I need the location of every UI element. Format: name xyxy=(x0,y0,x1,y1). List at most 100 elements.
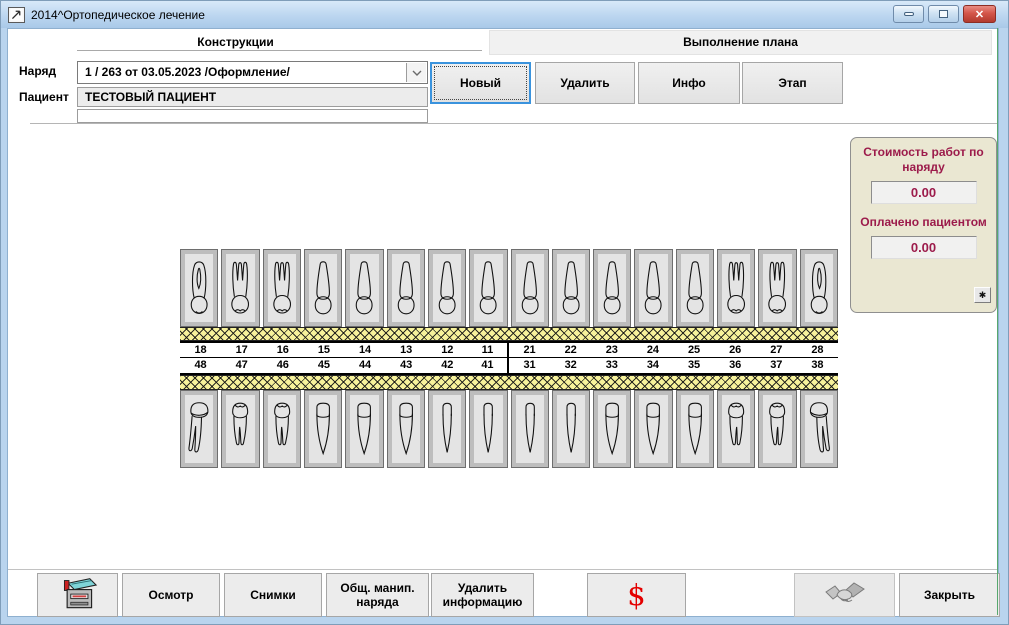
tooth-25[interactable] xyxy=(676,249,714,327)
tooth-37[interactable] xyxy=(758,390,796,468)
print-button[interactable] xyxy=(37,573,118,617)
tooth-34[interactable] xyxy=(634,390,672,468)
tooth-17[interactable] xyxy=(221,249,259,327)
xray-button[interactable]: Снимки xyxy=(224,573,322,617)
tooth-32[interactable] xyxy=(552,390,590,468)
tooth-number-33: 33 xyxy=(591,358,632,373)
tooth-14[interactable] xyxy=(345,249,383,327)
tooth-drawing-46 xyxy=(268,395,296,463)
upper-gum-band xyxy=(180,327,838,341)
tooth-41[interactable] xyxy=(469,390,507,468)
tooth-number-18: 18 xyxy=(180,343,221,357)
order-label: Наряд xyxy=(19,64,56,78)
tooth-drawing-42 xyxy=(433,395,461,463)
order-combobox[interactable]: 1 / 263 от 03.05.2023 /Оформление/ xyxy=(77,61,428,84)
tooth-number-23: 23 xyxy=(591,343,632,357)
tooth-number-41: 41 xyxy=(468,358,509,373)
tooth-number-21: 21 xyxy=(509,343,550,357)
note-field[interactable] xyxy=(77,109,428,123)
tooth-45[interactable] xyxy=(304,390,342,468)
info-button[interactable]: Инфо xyxy=(638,62,740,104)
tooth-27[interactable] xyxy=(758,249,796,327)
tooth-drawing-22 xyxy=(557,254,585,322)
tooth-number-26: 26 xyxy=(715,343,756,357)
tooth-drawing-15 xyxy=(309,254,337,322)
tooth-drawing-14 xyxy=(350,254,378,322)
delete-info-button[interactable]: Удалить информацию xyxy=(431,573,534,617)
upper-numbers-row: 18171615141312112122232425262728 xyxy=(180,343,838,358)
panel-pin-button[interactable]: ✱ xyxy=(974,287,991,303)
tab-constructions[interactable]: Конструкции xyxy=(8,30,463,55)
tooth-36[interactable] xyxy=(717,390,755,468)
order-combobox-dropdown-button[interactable] xyxy=(406,63,426,82)
tooth-number-35: 35 xyxy=(674,358,715,373)
tooth-drawing-48 xyxy=(185,395,213,463)
tooth-drawing-13 xyxy=(392,254,420,322)
close-icon: ✕ xyxy=(975,8,984,21)
lower-gum-band xyxy=(180,375,838,390)
tooth-drawing-35 xyxy=(681,395,709,463)
tooth-drawing-17 xyxy=(226,254,254,322)
tooth-drawing-23 xyxy=(598,254,626,322)
tooth-drawing-44 xyxy=(350,395,378,463)
tooth-22[interactable] xyxy=(552,249,590,327)
close-window-button[interactable]: ✕ xyxy=(963,5,996,23)
tooth-drawing-34 xyxy=(639,395,667,463)
tooth-drawing-25 xyxy=(681,254,709,322)
tooth-drawing-47 xyxy=(226,395,254,463)
tooth-16[interactable] xyxy=(263,249,301,327)
handshake-button[interactable] xyxy=(794,573,895,617)
maximize-button[interactable] xyxy=(928,5,959,23)
tooth-47[interactable] xyxy=(221,390,259,468)
tooth-38[interactable] xyxy=(800,390,838,468)
delete-order-button[interactable]: Удалить xyxy=(535,62,635,104)
tooth-28[interactable] xyxy=(800,249,838,327)
patient-field[interactable]: ТЕСТОВЫЙ ПАЦИЕНТ xyxy=(77,87,428,107)
tooth-35[interactable] xyxy=(676,390,714,468)
tooth-drawing-18 xyxy=(185,254,213,322)
tooth-number-28: 28 xyxy=(797,343,838,357)
tooth-drawing-31 xyxy=(516,395,544,463)
tab-plan-execution[interactable]: Выполнение плана xyxy=(489,30,992,55)
manipulations-button[interactable]: Общ. манип. наряда xyxy=(326,573,429,617)
minimize-button[interactable] xyxy=(893,5,924,23)
tooth-23[interactable] xyxy=(593,249,631,327)
printer-icon xyxy=(57,576,99,614)
tooth-11[interactable] xyxy=(469,249,507,327)
exam-button[interactable]: Осмотр xyxy=(122,573,220,617)
window-title: 2014^Ортопедическое лечение xyxy=(31,8,205,22)
stage-button[interactable]: Этап xyxy=(742,62,843,104)
tooth-number-11: 11 xyxy=(468,343,509,357)
tooth-13[interactable] xyxy=(387,249,425,327)
tooth-number-37: 37 xyxy=(756,358,797,373)
tooth-21[interactable] xyxy=(511,249,549,327)
toolbar-separator xyxy=(8,569,998,570)
pin-icon: ✱ xyxy=(979,290,987,301)
new-order-button[interactable]: Новый xyxy=(430,62,531,104)
tooth-18[interactable] xyxy=(180,249,218,327)
maximize-icon xyxy=(939,10,948,18)
tooth-number-34: 34 xyxy=(632,358,673,373)
payment-button[interactable]: $ xyxy=(587,573,686,617)
titlebar: 2014^Ортопедическое лечение ✕ xyxy=(1,1,1008,28)
tooth-24[interactable] xyxy=(634,249,672,327)
tooth-44[interactable] xyxy=(345,390,383,468)
tab-underline xyxy=(77,50,482,51)
tooth-15[interactable] xyxy=(304,249,342,327)
tooth-drawing-11 xyxy=(474,254,502,322)
tooth-43[interactable] xyxy=(387,390,425,468)
tooth-drawing-36 xyxy=(722,395,750,463)
tooth-26[interactable] xyxy=(717,249,755,327)
header-separator xyxy=(30,123,998,124)
tooth-42[interactable] xyxy=(428,390,466,468)
tooth-number-42: 42 xyxy=(427,358,468,373)
tooth-drawing-43 xyxy=(392,395,420,463)
tooth-12[interactable] xyxy=(428,249,466,327)
close-form-button[interactable]: Закрыть xyxy=(899,573,1000,617)
tooth-33[interactable] xyxy=(593,390,631,468)
minimize-icon xyxy=(904,12,914,16)
tooth-31[interactable] xyxy=(511,390,549,468)
handshake-icon xyxy=(823,580,867,610)
tooth-48[interactable] xyxy=(180,390,218,468)
tooth-46[interactable] xyxy=(263,390,301,468)
